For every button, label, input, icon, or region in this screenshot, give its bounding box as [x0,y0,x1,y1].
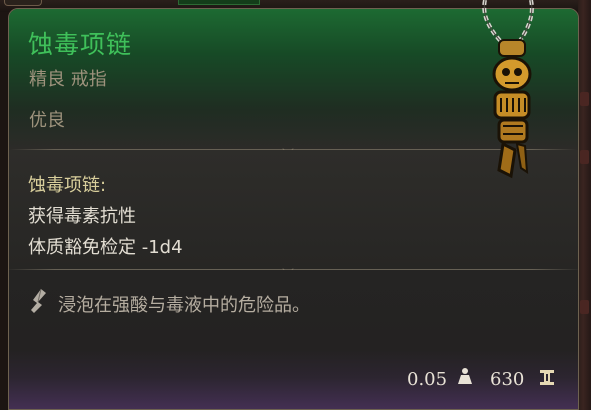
property-line: 获得毒素抗性 [28,206,136,227]
flavor-text: 浸泡在强酸与毒液中的危险品。 [58,295,310,316]
item-category: 精良 戒指 [29,69,107,90]
item-rarity: 优良 [29,110,65,131]
item-name: 蚀毒项链 [28,30,133,59]
background-tab-green [178,0,260,5]
background-slot-mark [580,300,589,314]
background-slot-mark [580,92,589,106]
item-price: 630 [490,369,525,390]
property-title: 蚀毒项链: [28,175,107,196]
background-tab [4,0,42,6]
property-line: 体质豁免检定 -1d4 [28,237,183,258]
poison-necklace-icon [482,0,534,179]
background-right-panel [578,0,591,410]
item-weight: 0.05 [407,369,448,390]
feather-quill-icon [31,288,46,313]
gold-coin-icon [540,370,554,385]
background-slot-mark [580,150,589,164]
weight-icon [458,368,472,384]
